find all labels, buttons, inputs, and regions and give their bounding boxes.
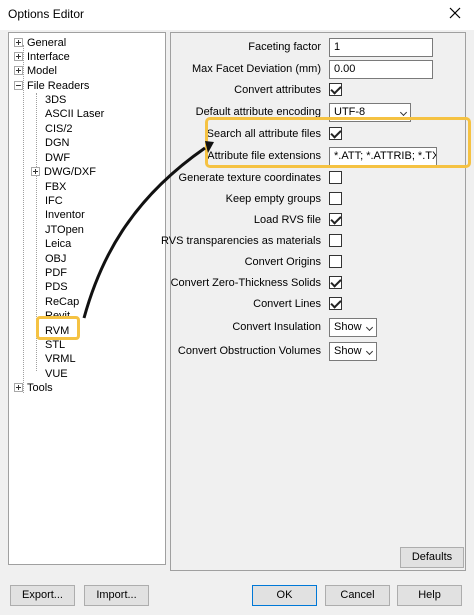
expand-icon[interactable]	[14, 37, 23, 47]
defaults-button[interactable]: Defaults	[400, 547, 464, 568]
encoding-dropdown[interactable]: UTF-8	[329, 103, 411, 122]
convert-lines-row: Convert Lines	[171, 294, 467, 314]
ok-button[interactable]: OK	[252, 585, 317, 606]
max-facet-deviation-label: Max Facet Deviation (mm)	[192, 63, 321, 75]
cancel-button[interactable]: Cancel	[325, 585, 390, 606]
tree-item-dgn[interactable]: DGN	[45, 136, 69, 150]
tree-item-jtopen[interactable]: JTOpen	[45, 223, 84, 237]
window-title: Options Editor	[8, 7, 85, 21]
convert-lines-label: Convert Lines	[253, 298, 321, 310]
convert-insulation-dropdown[interactable]: Show	[329, 318, 377, 337]
convert-zero-thickness-checkbox[interactable]	[329, 276, 342, 289]
load-rvs-file-label: Load RVS file	[253, 214, 321, 226]
chevron-down-icon	[365, 323, 374, 332]
convert-obstruction-value: Show	[334, 345, 362, 357]
convert-insulation-row: Convert Insulation Show	[171, 317, 467, 337]
generate-texture-coordinates-row: Generate texture coordinates	[171, 168, 467, 188]
chevron-down-icon	[399, 108, 408, 117]
expand-icon[interactable]	[14, 51, 23, 61]
tree-item-stl[interactable]: STL	[45, 338, 65, 352]
expand-icon[interactable]	[14, 382, 23, 392]
convert-insulation-value: Show	[334, 321, 362, 333]
tree-item-vrml[interactable]: VRML	[45, 352, 76, 366]
convert-zero-thickness-label: Convert Zero-Thickness Solids	[170, 277, 321, 289]
load-rvs-file-row: Load RVS file	[171, 210, 467, 230]
default-attribute-encoding-label: Default attribute encoding	[195, 106, 321, 118]
tree-item-dwf[interactable]: DWF	[45, 151, 70, 165]
max-facet-deviation-row: Max Facet Deviation (mm) 0.00	[171, 59, 467, 79]
tree-item-ascii-laser[interactable]: ASCII Laser	[45, 107, 104, 121]
rvs-transparencies-checkbox[interactable]	[329, 234, 342, 247]
convert-origins-label: Convert Origins	[244, 256, 321, 268]
tree-item-file-readers[interactable]: File Readers	[14, 79, 89, 93]
tree-item-pds[interactable]: PDS	[45, 280, 68, 294]
convert-origins-checkbox[interactable]	[329, 255, 342, 268]
close-icon[interactable]	[446, 3, 464, 23]
encoding-value: UTF-8	[334, 106, 366, 118]
tree-item-inventor[interactable]: Inventor	[45, 208, 85, 222]
faceting-factor-label: Faceting factor	[248, 41, 321, 53]
attribute-file-extensions-row: Attribute file extensions *.ATT; *.ATTRI…	[171, 146, 467, 166]
search-all-attribute-files-row: Search all attribute files	[171, 124, 467, 144]
convert-attributes-checkbox[interactable]	[329, 83, 342, 96]
attribute-file-extensions-label: Attribute file extensions	[207, 150, 321, 162]
tree-item-fbx[interactable]: FBX	[45, 180, 66, 194]
convert-attributes-label: Convert attributes	[234, 84, 321, 96]
keep-empty-groups-row: Keep empty groups	[171, 189, 467, 209]
tree-item-pdf[interactable]: PDF	[45, 266, 67, 280]
convert-obstruction-label: Convert Obstruction Volumes	[177, 345, 321, 357]
keep-empty-groups-label: Keep empty groups	[225, 193, 321, 205]
tree-item-leica[interactable]: Leica	[45, 237, 71, 251]
tree-item-revit[interactable]: Revit	[45, 309, 70, 323]
tree-item-recap[interactable]: ReCap	[45, 295, 79, 309]
tree-item-cis2[interactable]: CIS/2	[45, 122, 73, 136]
default-attribute-encoding-row: Default attribute encoding UTF-8	[171, 102, 467, 122]
attribute-file-extensions-input[interactable]: *.ATT; *.ATTRIB; *.TXT	[329, 147, 437, 166]
help-button[interactable]: Help	[397, 585, 462, 606]
chevron-down-icon	[365, 347, 374, 356]
tree-item-3ds[interactable]: 3DS	[45, 93, 66, 107]
keep-empty-groups-checkbox[interactable]	[329, 192, 342, 205]
tree-item-ifc[interactable]: IFC	[45, 194, 63, 208]
tree-item-tools[interactable]: Tools	[14, 381, 53, 395]
collapse-icon[interactable]	[14, 80, 23, 90]
rvs-transparencies-row: RVS transparencies as materials	[161, 231, 467, 251]
tree-item-interface[interactable]: Interface	[14, 50, 70, 64]
options-tree[interactable]: General Interface Model File Readers 3DS…	[8, 32, 166, 565]
tree-item-obj[interactable]: OBJ	[45, 252, 66, 266]
convert-attributes-row: Convert attributes	[171, 80, 467, 100]
expand-icon[interactable]	[31, 166, 40, 176]
tree-connector	[23, 45, 24, 393]
tree-item-dwg-dxf[interactable]: DWG/DXF	[31, 165, 96, 179]
convert-obstruction-row: Convert Obstruction Volumes Show	[171, 341, 467, 361]
rvs-transparencies-label: RVS transparencies as materials	[161, 235, 321, 247]
load-rvs-file-checkbox[interactable]	[329, 213, 342, 226]
generate-texture-coordinates-checkbox[interactable]	[329, 171, 342, 184]
tree-item-vue[interactable]: VUE	[45, 367, 68, 381]
convert-lines-checkbox[interactable]	[329, 297, 342, 310]
max-facet-deviation-input[interactable]: 0.00	[329, 60, 433, 79]
search-all-attribute-files-label: Search all attribute files	[206, 128, 321, 140]
export-button[interactable]: Export...	[10, 585, 75, 606]
faceting-factor-input[interactable]: 1	[329, 38, 433, 57]
search-all-attribute-files-checkbox[interactable]	[329, 127, 342, 140]
import-button[interactable]: Import...	[84, 585, 149, 606]
generate-texture-coordinates-label: Generate texture coordinates	[178, 172, 321, 184]
tree-item-model[interactable]: Model	[14, 64, 57, 78]
convert-insulation-label: Convert Insulation	[232, 321, 321, 333]
convert-origins-row: Convert Origins	[171, 252, 467, 272]
settings-panel: Faceting factor 1 Max Facet Deviation (m…	[161, 32, 467, 571]
faceting-factor-row: Faceting factor 1	[171, 37, 467, 57]
title-bar: Options Editor	[0, 0, 474, 30]
tree-connector	[36, 93, 37, 371]
tree-item-general[interactable]: General	[14, 36, 66, 50]
convert-zero-thickness-row: Convert Zero-Thickness Solids	[171, 273, 467, 293]
expand-icon[interactable]	[14, 65, 23, 75]
tree-item-rvm[interactable]: RVM	[45, 324, 69, 338]
convert-obstruction-dropdown[interactable]: Show	[329, 342, 377, 361]
